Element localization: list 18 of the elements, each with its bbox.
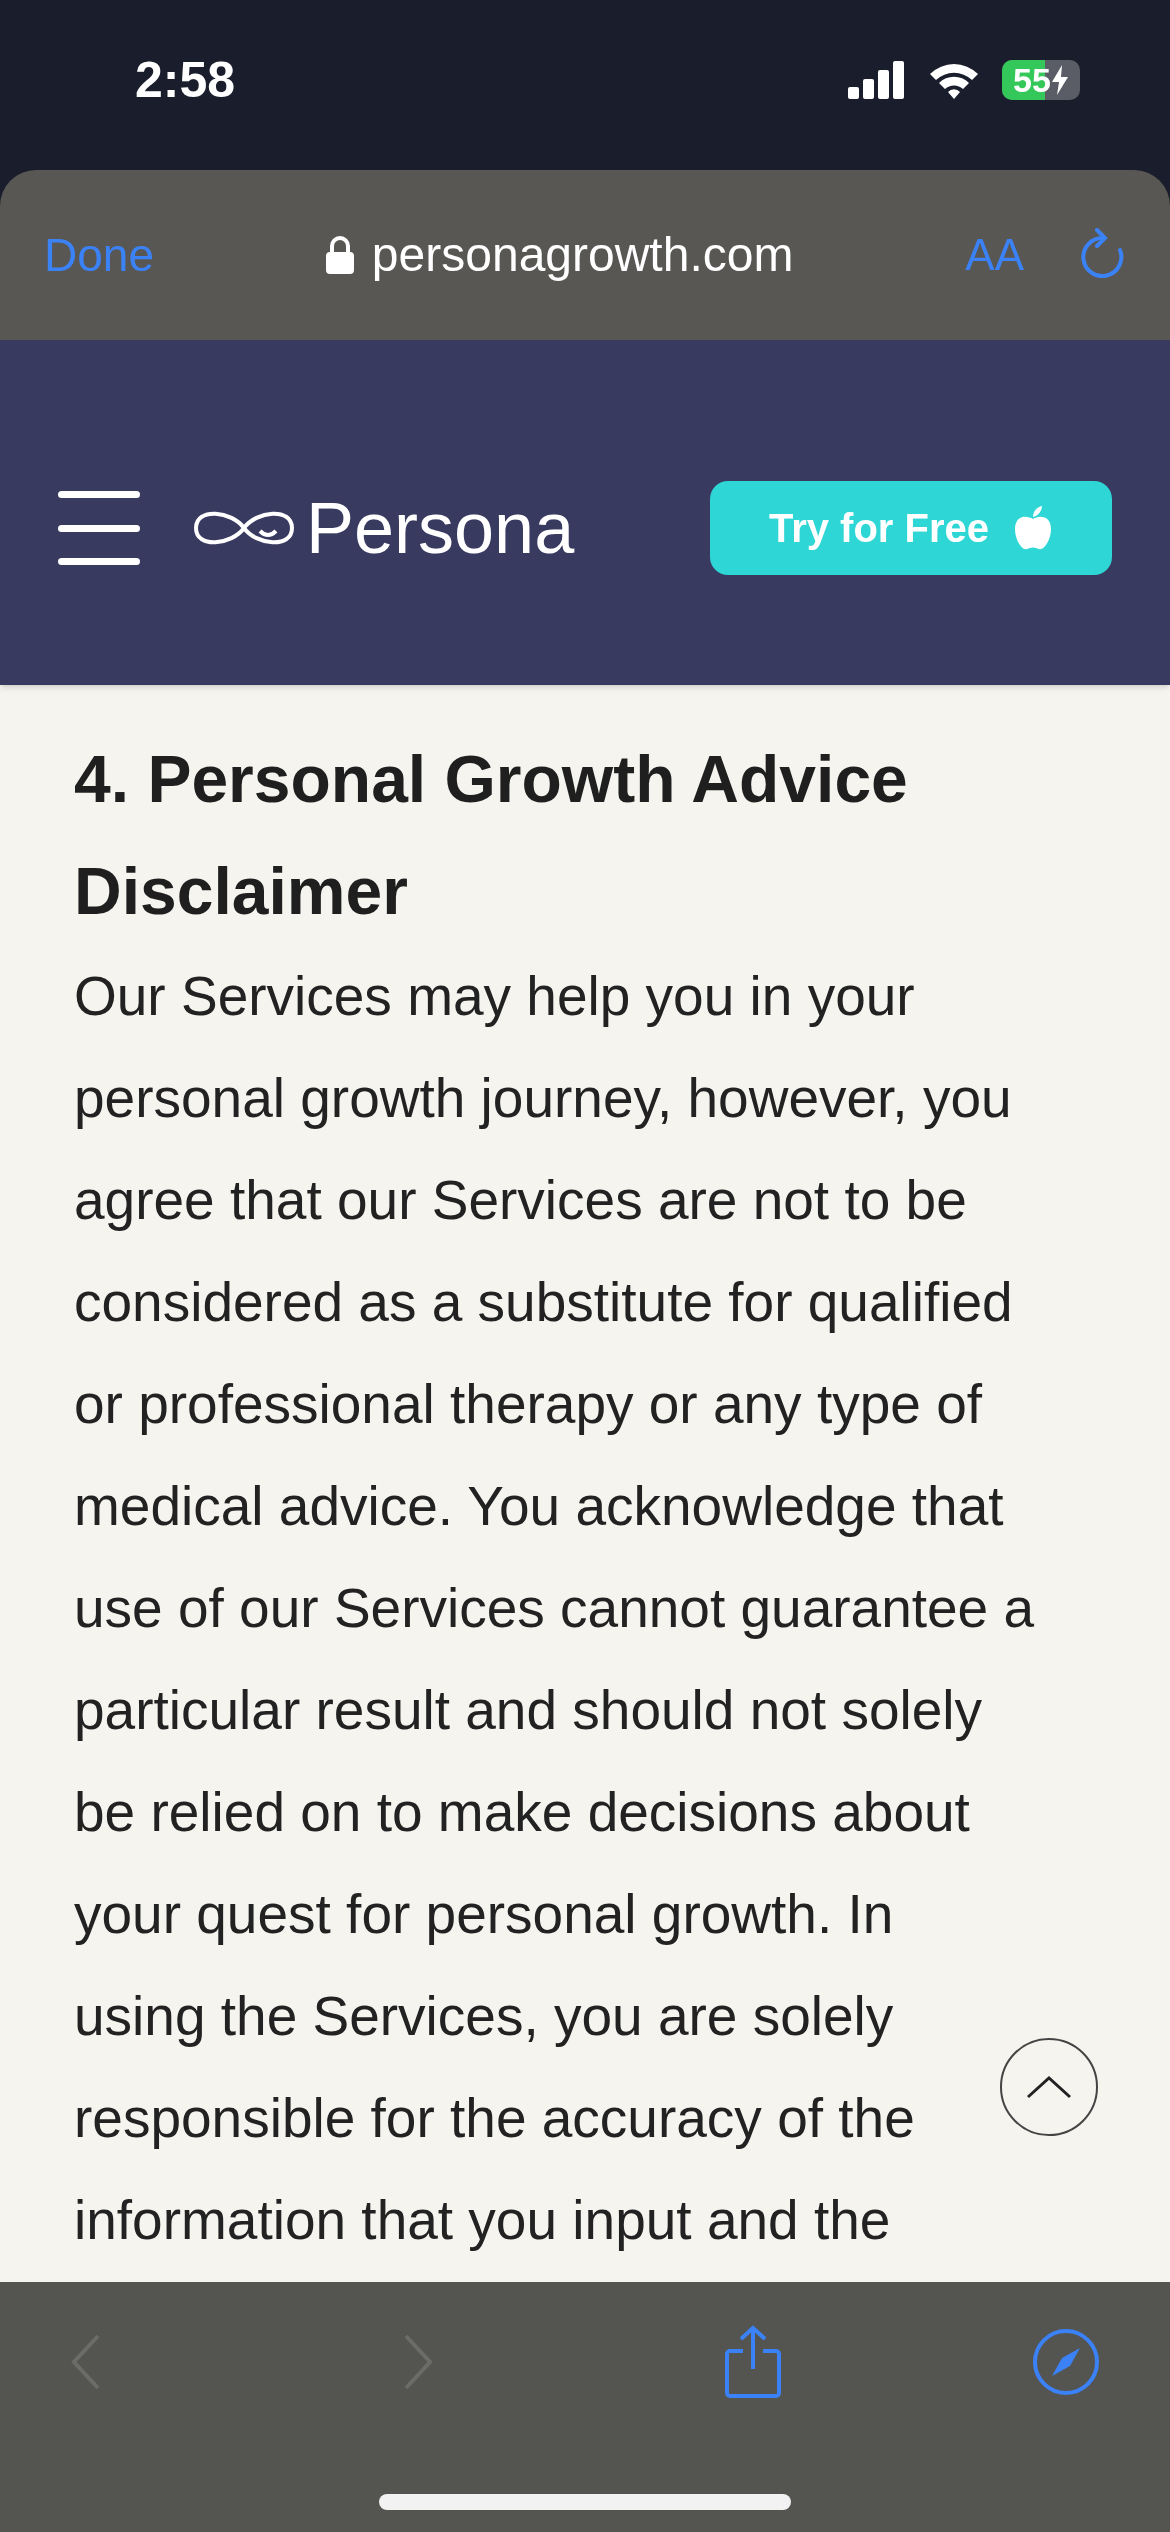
lock-icon — [325, 236, 354, 274]
signal-icon — [848, 61, 906, 99]
disclaimer-paragraph: Our Services may help you in your personal growth journey, however, you agree that our Services are not to be considered as a substitute for qualified or professional therapy or any type of medical advice. You acknowledge that use of our Services cannot guarantee a particular result and should not solely be relied on to make decisions about your quest for personal growth. In using the Services, you are solely responsible for the accuracy of the information that you input and the — [74, 964, 1035, 2253]
try-free-button[interactable]: Try for Free — [710, 480, 1112, 575]
apple-icon — [1013, 504, 1054, 551]
chevron-up-icon — [1026, 2075, 1072, 2099]
compass-icon[interactable] — [1032, 2328, 1100, 2396]
wifi-icon — [928, 61, 980, 99]
status-time: 2:58 — [135, 50, 236, 110]
section-heading: 4. Personal Growth Advice Disclaimer — [74, 741, 909, 930]
share-icon[interactable] — [724, 2325, 782, 2399]
scroll-top-button[interactable] — [1000, 2038, 1098, 2136]
battery-icon: 55 — [1002, 60, 1080, 100]
done-button[interactable]: Done — [44, 220, 154, 290]
menu-icon[interactable] — [58, 490, 140, 565]
brand-name[interactable]: Persona — [306, 473, 575, 582]
text-size-button[interactable]: AA — [965, 222, 1024, 288]
url-text[interactable]: personagrowth.com — [371, 219, 794, 291]
